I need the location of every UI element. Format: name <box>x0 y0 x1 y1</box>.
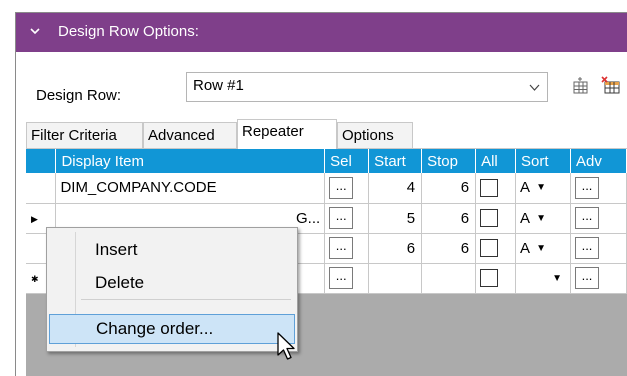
sel-button[interactable]: ... <box>329 207 354 229</box>
display-item-cell[interactable]: DIM_COMPANY.CODE <box>55 173 326 204</box>
row-pointer-icon: ▶ <box>31 213 38 224</box>
sel-cell: ... <box>324 173 370 204</box>
sort-dropdown-icon[interactable]: ▼ <box>536 182 546 193</box>
sel-button[interactable]: ... <box>329 237 354 259</box>
start-cell[interactable]: 4 <box>368 173 423 204</box>
stop-cell[interactable]: 6 <box>421 203 477 234</box>
row-header-corner <box>26 149 57 173</box>
adv-cell: ... <box>570 233 627 264</box>
adv-cell: ... <box>570 263 627 294</box>
new-row-icon: ✱ <box>31 273 39 284</box>
chevron-down-icon[interactable] <box>27 23 43 39</box>
start-cell[interactable] <box>368 263 423 294</box>
row-header[interactable] <box>26 173 57 204</box>
sort-value: A <box>520 239 531 257</box>
col-header-all[interactable]: All <box>475 149 517 173</box>
adv-button[interactable]: ... <box>575 176 599 199</box>
sort-cell[interactable]: A ▼ <box>515 233 571 264</box>
grid-delete-icon[interactable] <box>601 76 621 96</box>
col-header-adv[interactable]: Adv <box>570 149 627 173</box>
all-checkbox[interactable] <box>480 269 499 288</box>
all-cell <box>475 173 517 204</box>
panel-header[interactable]: Design Row Options: <box>16 13 627 52</box>
menu-item-change-order[interactable]: Change order... <box>49 314 295 344</box>
tab-options[interactable]: Options <box>337 122 413 149</box>
grid-settings-icon[interactable] <box>571 76 591 96</box>
all-checkbox[interactable] <box>480 178 499 197</box>
col-header-sort[interactable]: Sort <box>515 149 571 173</box>
menu-separator <box>81 299 291 300</box>
sel-cell: ... <box>324 263 370 294</box>
col-header-sel[interactable]: Sel <box>324 149 370 173</box>
adv-cell: ... <box>570 203 627 234</box>
sort-value: A <box>520 209 531 227</box>
sort-dropdown-icon[interactable]: ▼ <box>552 273 562 284</box>
sel-button[interactable]: ... <box>329 267 354 289</box>
col-header-start[interactable]: Start <box>368 149 423 173</box>
all-cell <box>475 263 517 294</box>
tab-filter-criteria[interactable]: Filter Criteria <box>26 122 143 149</box>
sort-value: A <box>520 179 531 197</box>
sel-cell: ... <box>324 233 370 264</box>
sort-cell[interactable]: A ▼ <box>515 173 571 204</box>
design-row-label: Design Row: <box>36 87 122 104</box>
context-menu: Insert Delete Change order... <box>46 227 298 352</box>
mouse-cursor-icon <box>277 332 295 360</box>
table-row[interactable]: DIM_COMPANY.CODE ... 4 6 A ▼ ... <box>26 173 627 204</box>
tab-advanced[interactable]: Advanced <box>143 122 237 149</box>
design-row-select[interactable]: Row #1 <box>186 72 548 102</box>
design-row-value: Row #1 <box>193 77 244 94</box>
col-header-display-item[interactable]: Display Item <box>55 149 326 173</box>
sel-cell: ... <box>324 203 370 234</box>
all-checkbox[interactable] <box>480 209 499 228</box>
sort-cell[interactable]: ▼ <box>515 263 571 294</box>
all-checkbox[interactable] <box>480 239 499 258</box>
adv-cell: ... <box>570 173 627 204</box>
menu-item-delete[interactable]: Delete <box>49 269 295 299</box>
adv-button[interactable]: ... <box>575 207 599 229</box>
start-cell[interactable]: 5 <box>368 203 423 234</box>
stop-cell[interactable]: 6 <box>421 173 477 204</box>
stop-cell[interactable] <box>421 263 477 294</box>
table-header-row: Display Item Sel Start Stop All Sort Adv <box>26 149 627 173</box>
col-header-stop[interactable]: Stop <box>421 149 477 173</box>
all-cell <box>475 203 517 234</box>
menu-item-insert[interactable]: Insert <box>49 236 295 266</box>
dropdown-arrow-icon[interactable] <box>528 81 541 94</box>
start-cell[interactable]: 6 <box>368 233 423 264</box>
adv-button[interactable]: ... <box>575 237 599 259</box>
all-cell <box>475 233 517 264</box>
sort-dropdown-icon[interactable]: ▼ <box>536 213 546 224</box>
stop-cell[interactable]: 6 <box>421 233 477 264</box>
panel-title: Design Row Options: <box>58 23 199 40</box>
adv-button[interactable]: ... <box>575 267 599 289</box>
tab-repeater[interactable]: Repeater <box>237 119 337 149</box>
sort-cell[interactable]: A ▼ <box>515 203 571 234</box>
sel-button[interactable]: ... <box>329 176 354 199</box>
sort-dropdown-icon[interactable]: ▼ <box>536 243 546 254</box>
